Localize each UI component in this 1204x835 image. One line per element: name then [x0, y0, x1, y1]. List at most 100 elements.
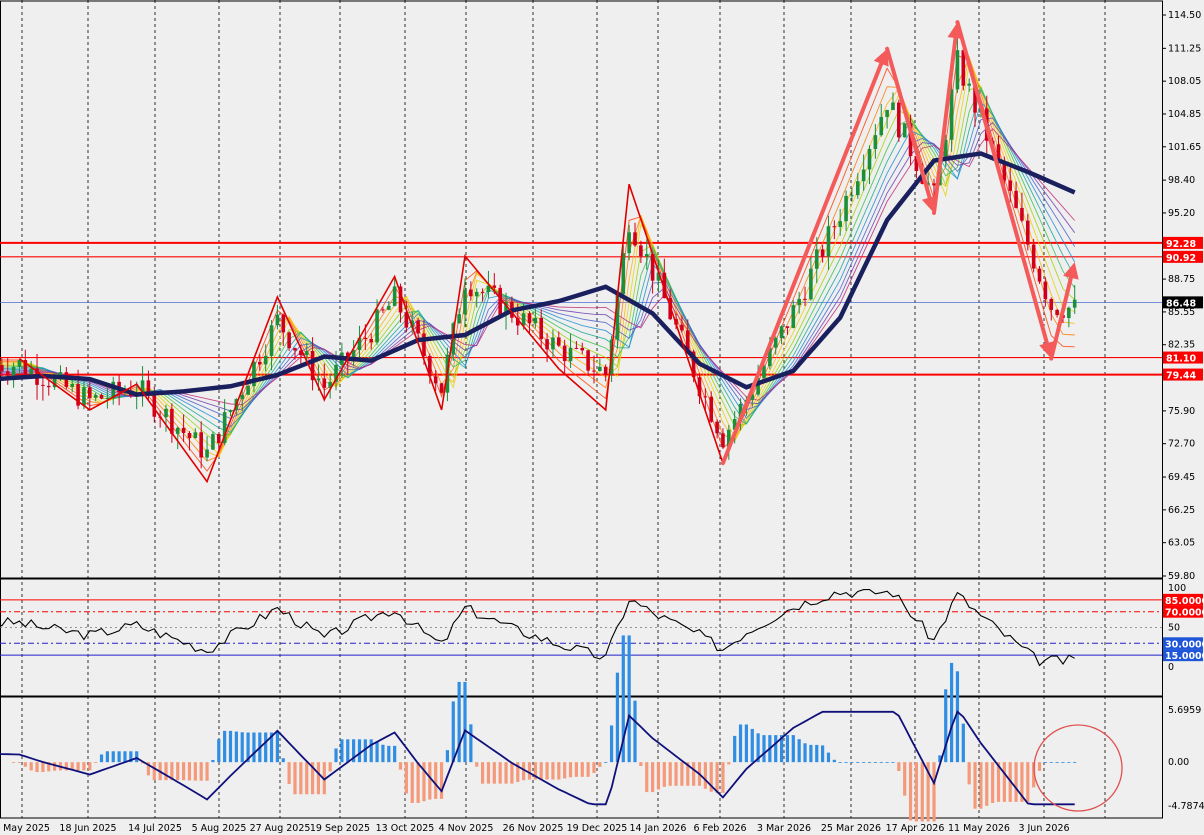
macd-histogram-bar: [29, 762, 33, 771]
macd-histogram-bar: [598, 762, 602, 767]
candle-body: [855, 181, 860, 196]
macd-histogram-bar: [1043, 762, 1047, 763]
candle-body: [498, 287, 502, 315]
candle-body: [850, 195, 854, 197]
candle-body: [82, 387, 86, 406]
candle-body: [228, 410, 233, 413]
candle-body: [433, 376, 438, 384]
macd-histogram-bar: [791, 735, 795, 763]
candle-body: [598, 366, 602, 371]
candle-body: [715, 421, 719, 434]
candle-body: [1037, 268, 1042, 282]
macd-histogram-bar: [674, 762, 678, 786]
macd-histogram-bar: [920, 762, 924, 822]
candle-body: [164, 408, 168, 418]
price-tick-label: 111.25: [1168, 43, 1201, 54]
candle-body: [88, 387, 92, 398]
macd-histogram-bar: [574, 762, 578, 777]
macd-histogram-bar: [961, 723, 965, 763]
candle-body: [603, 366, 608, 374]
candle-body: [439, 383, 444, 393]
macd-histogram-bar: [815, 744, 819, 763]
candle-body: [304, 351, 309, 356]
price-tick-label: 82.35: [1168, 340, 1195, 351]
candle-body: [17, 360, 22, 367]
macd-histogram-bar: [305, 762, 309, 795]
candle-body: [5, 371, 10, 376]
candle-body: [773, 338, 778, 348]
macd-histogram-bar: [744, 724, 748, 763]
candle-body: [961, 50, 966, 86]
candle-body: [867, 148, 872, 170]
candle-body: [838, 221, 842, 227]
price-tick-label: 114.50: [1168, 10, 1201, 21]
candle-body: [416, 320, 420, 334]
candle-body: [93, 394, 98, 398]
candle-body: [832, 226, 837, 228]
macd-histogram-bar: [797, 739, 801, 763]
candle-body: [1020, 207, 1024, 221]
date-label-3: 5 Aug 2025: [192, 823, 247, 834]
candle-body: [392, 286, 397, 306]
candle-body: [46, 385, 51, 388]
macd-histogram-bar: [891, 762, 895, 763]
macd-histogram-bar: [885, 762, 889, 763]
macd-histogram-bar: [240, 732, 244, 763]
candle-body: [644, 254, 649, 257]
macd-histogram-bar: [908, 762, 913, 821]
candle-body: [539, 317, 544, 340]
macd-histogram-bar: [774, 735, 778, 763]
candle-body: [873, 135, 878, 149]
price-tick-label: 59.80: [1168, 571, 1195, 582]
macd-histogram-bar: [1067, 762, 1071, 763]
rsi-tick-label: 0: [1168, 662, 1174, 673]
price-tick-label: 88.75: [1168, 274, 1195, 285]
candle-body: [809, 268, 813, 300]
price-tick-label: 104.85: [1168, 109, 1201, 120]
candle-body: [1043, 281, 1048, 300]
rsi-tag-label-2: 30.0000: [1165, 639, 1204, 650]
date-label-10: 14 Jan 2026: [630, 823, 687, 834]
macd-histogram-bar: [838, 762, 842, 763]
macd-histogram-bar: [615, 672, 620, 763]
macd-histogram-bar: [826, 752, 831, 763]
macd-histogram-bar: [850, 762, 854, 763]
price-tick-label: 75.90: [1168, 406, 1195, 417]
candle-body: [1067, 307, 1071, 318]
candle-body: [814, 249, 819, 269]
macd-histogram-bar: [703, 762, 707, 789]
candle-body: [785, 326, 790, 328]
macd-histogram-bar: [164, 762, 168, 781]
candle-body: [633, 232, 637, 246]
macd-histogram-bar: [645, 762, 649, 793]
candle-body: [897, 102, 901, 138]
candle-body: [627, 232, 631, 254]
macd-tick-label: 0.00: [1168, 757, 1189, 768]
candle-body: [246, 386, 250, 395]
macd-histogram-bar: [176, 762, 180, 781]
macd-histogram-bar: [480, 762, 485, 784]
date-label-0: 7 May 2025: [0, 823, 50, 834]
candle-body: [1014, 190, 1018, 208]
macd-histogram-bar: [205, 762, 209, 781]
macd-histogram-bar: [580, 762, 584, 777]
level-tag-label-1: 90.92: [1166, 253, 1196, 264]
level-tag-label-2: 81.10: [1166, 354, 1196, 365]
macd-histogram-bar: [1002, 762, 1006, 802]
candle-body: [586, 350, 590, 371]
price-tick-label: 63.05: [1168, 538, 1195, 549]
candle-body: [885, 109, 889, 118]
macd-histogram-bar: [357, 739, 362, 763]
candle-body: [527, 313, 532, 324]
candle-body: [240, 394, 245, 400]
candle-body: [639, 245, 643, 257]
macd-histogram-bar: [1037, 762, 1042, 771]
date-label-14: 17 Apr 2026: [886, 823, 945, 834]
macd-histogram-bar: [492, 762, 496, 784]
macd-histogram-bar: [223, 730, 227, 763]
candle-body: [568, 347, 573, 362]
macd-histogram-bar: [41, 762, 45, 773]
macd-histogram-bar: [76, 762, 80, 771]
macd-tick-label: 5.6959: [1168, 705, 1201, 716]
price-tick-label: 101.65: [1168, 142, 1201, 153]
